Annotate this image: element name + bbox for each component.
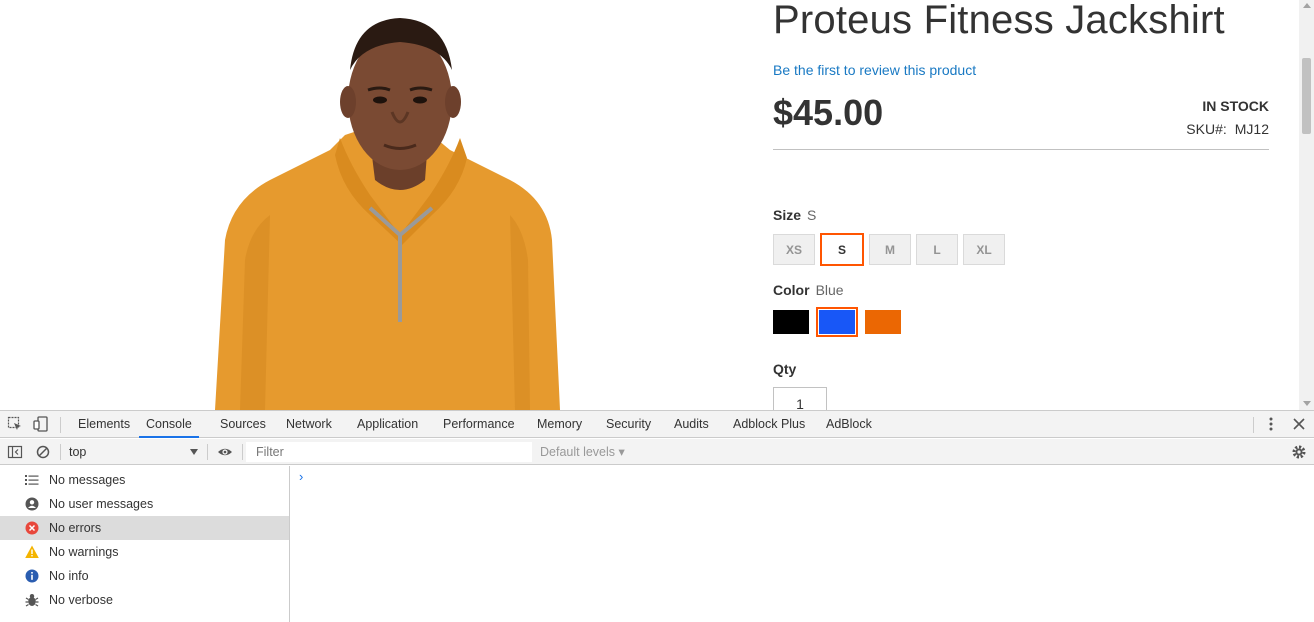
sidebar-item-label: No errors [49, 521, 102, 535]
tab-adblock[interactable]: AdBlock [826, 411, 872, 438]
tab-network[interactable]: Network [286, 411, 332, 438]
sku-label: SKU#: [1186, 121, 1227, 137]
size-label: Size [773, 207, 802, 223]
tab-elements[interactable]: Elements [78, 411, 130, 438]
toolbar-separator [242, 444, 243, 460]
clear-console-icon[interactable] [35, 444, 51, 460]
product-price: $45.00 [773, 92, 884, 133]
console-prompt-icon: › [299, 469, 304, 484]
close-icon[interactable] [1291, 416, 1307, 432]
log-levels-dropdown[interactable]: Default levels ▾ [540, 439, 625, 465]
info-icon [25, 569, 39, 583]
scroll-up-icon[interactable] [1303, 3, 1311, 8]
toolbar-separator [207, 444, 208, 460]
sidebar-item-label: No user messages [49, 497, 154, 511]
toolbar-separator [60, 444, 61, 460]
list-icon [25, 475, 39, 485]
divider [773, 149, 1269, 150]
toolbar-separator [60, 417, 61, 433]
console-toolbar: top Default levels ▾ [0, 439, 1314, 465]
toolbar-separator [1253, 417, 1254, 433]
sidebar-item-label: No verbose [49, 593, 113, 607]
sidebar-item-errors[interactable]: No errors [0, 516, 289, 540]
sku-value: MJ12 [1234, 121, 1269, 137]
context-selector[interactable]: top [69, 439, 86, 465]
more-options-icon[interactable] [1263, 416, 1279, 432]
tab-performance[interactable]: Performance [443, 411, 515, 438]
size-option-xl[interactable]: XL [963, 234, 1005, 265]
sidebar-item-user-messages[interactable]: No user messages [0, 492, 289, 516]
tab-adblock-plus[interactable]: Adblock Plus [733, 411, 805, 438]
orange-swatch[interactable] [865, 310, 901, 334]
size-options: XS S M L XL [773, 233, 1005, 266]
black-swatch[interactable] [773, 310, 809, 334]
stock-status: IN STOCK [1202, 98, 1269, 114]
tab-sources[interactable]: Sources [220, 411, 266, 438]
color-options [773, 307, 901, 337]
scroll-down-icon[interactable] [1303, 401, 1311, 406]
color-selected: Blue [815, 282, 844, 298]
product-page: Proteus Fitness Jackshirt Be the first t… [0, 0, 1314, 410]
console-output[interactable]: › [290, 466, 1314, 622]
size-option-l[interactable]: L [916, 234, 958, 265]
device-toolbar-icon[interactable] [33, 416, 49, 432]
devtools-tabbar: Elements Console Sources Network Applica… [0, 411, 1314, 438]
page-scrollbar[interactable] [1299, 0, 1314, 410]
size-option-xs[interactable]: XS [773, 234, 815, 265]
sidebar-item-info[interactable]: No info [0, 564, 289, 588]
warning-icon [25, 545, 39, 558]
scrollbar-thumb[interactable] [1302, 58, 1311, 134]
sidebar-item-warnings[interactable]: No warnings [0, 540, 289, 564]
product-title: Proteus Fitness Jackshirt [773, 0, 1225, 42]
sidebar-item-messages[interactable]: No messages [0, 468, 289, 492]
inspect-icon[interactable] [7, 416, 23, 432]
devtools-panel: Elements Console Sources Network Applica… [0, 410, 1314, 622]
error-icon [25, 521, 39, 535]
color-label: Color [773, 282, 810, 298]
sidebar-item-verbose[interactable]: No verbose [0, 588, 289, 612]
chevron-down-icon[interactable] [190, 449, 198, 455]
review-link[interactable]: Be the first to review this product [773, 62, 976, 78]
console-sidebar: No messages No user messages No errors N… [0, 466, 290, 622]
sidebar-item-label: No info [49, 569, 89, 583]
user-icon [25, 497, 39, 511]
product-image [215, 18, 560, 410]
tab-application[interactable]: Application [357, 411, 418, 438]
tab-memory[interactable]: Memory [537, 411, 582, 438]
sidebar-item-label: No messages [49, 473, 126, 487]
sku: SKU#: MJ12 [1186, 121, 1269, 137]
qty-input[interactable]: 1 [773, 387, 827, 410]
bug-icon [25, 594, 39, 607]
tab-audits[interactable]: Audits [674, 411, 709, 438]
blue-swatch[interactable] [816, 307, 858, 337]
sidebar-item-label: No warnings [49, 545, 119, 559]
sidebar-toggle-icon[interactable] [7, 444, 23, 460]
size-selected: S [807, 207, 817, 223]
size-option-s[interactable]: S [820, 233, 864, 266]
qty-label: Qty [773, 361, 797, 377]
tab-console[interactable]: Console [139, 411, 199, 438]
size-option-m[interactable]: M [869, 234, 911, 265]
filter-box [246, 442, 532, 462]
eye-icon[interactable] [217, 444, 233, 460]
filter-input[interactable] [246, 442, 532, 462]
tab-security[interactable]: Security [606, 411, 651, 438]
size-attribute: Size S [773, 207, 816, 223]
settings-gear-icon[interactable] [1291, 444, 1307, 460]
color-attribute: Color Blue [773, 282, 844, 298]
